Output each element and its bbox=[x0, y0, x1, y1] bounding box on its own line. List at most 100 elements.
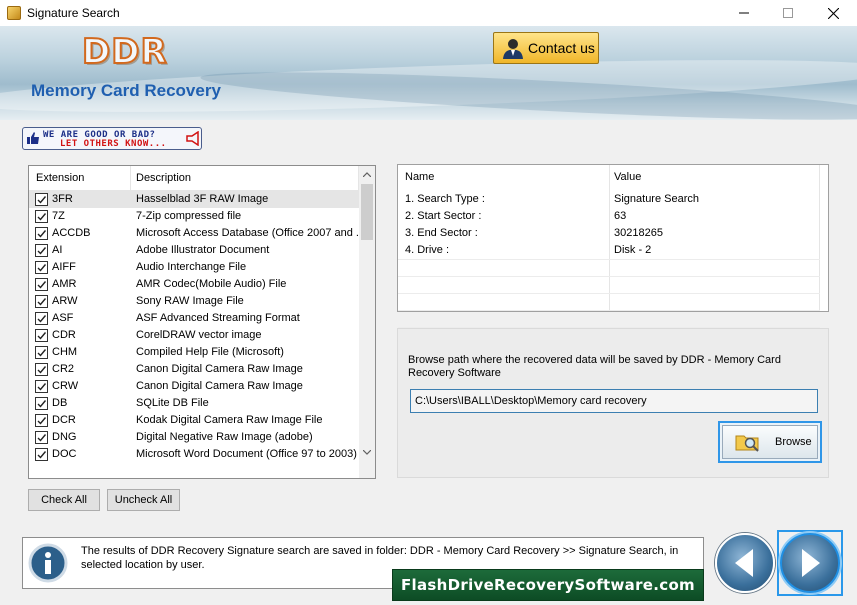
extension-checkbox[interactable] bbox=[35, 210, 48, 223]
details-row: 3. End Sector : 30218265 bbox=[398, 225, 820, 242]
contact-us-button[interactable]: Contact us bbox=[493, 32, 599, 64]
extension-checkbox[interactable] bbox=[35, 193, 48, 206]
details-row: 4. Drive : Disk - 2 bbox=[398, 242, 820, 259]
extension-code: ARW bbox=[52, 295, 78, 307]
extension-description: Kodak Digital Camera Raw Image File bbox=[136, 414, 323, 426]
extension-row[interactable]: CR2 Canon Digital Camera Raw Image bbox=[29, 361, 359, 378]
checkmark-icon bbox=[37, 315, 47, 323]
extension-row[interactable]: CHM Compiled Help File (Microsoft) bbox=[29, 344, 359, 361]
detail-value: Signature Search bbox=[614, 193, 699, 205]
extension-description: Adobe Illustrator Document bbox=[136, 244, 270, 256]
extension-rows: 3FR Hasselblad 3F RAW Image 7Z 7-Zip compre… bbox=[29, 191, 359, 463]
extension-checkbox[interactable] bbox=[35, 227, 48, 240]
detail-name: 2. Start Sector : bbox=[405, 210, 482, 222]
extension-code: AMR bbox=[52, 278, 77, 290]
extension-row[interactable]: CRW Canon Digital Camera Raw Image bbox=[29, 378, 359, 395]
detail-name: 3. End Sector : bbox=[405, 227, 478, 239]
extension-row[interactable]: ACCDB Microsoft Access Database (Office 2… bbox=[29, 225, 359, 242]
save-path-input[interactable] bbox=[410, 389, 818, 413]
extension-code: DCR bbox=[52, 414, 76, 426]
detail-value: 30218265 bbox=[614, 227, 663, 239]
feedback-banner[interactable]: WE ARE GOOD OR BAD? LET OTHERS KNOW... bbox=[22, 127, 202, 150]
extension-description: Canon Digital Camera Raw Image bbox=[136, 380, 303, 392]
close-button[interactable] bbox=[810, 0, 856, 26]
ddr-logo: DDR bbox=[81, 31, 168, 73]
checkmark-icon bbox=[37, 451, 47, 459]
extension-code: CRW bbox=[52, 380, 79, 392]
extension-description: AMR Codec(Mobile Audio) File bbox=[136, 278, 287, 290]
extension-checkbox[interactable] bbox=[35, 448, 48, 461]
check-all-button[interactable]: Check All bbox=[28, 489, 100, 511]
extension-code: DOC bbox=[52, 448, 77, 460]
back-button[interactable] bbox=[715, 533, 775, 593]
browse-button[interactable]: Browse bbox=[718, 421, 822, 463]
feedback-prompt: LET OTHERS KNOW... bbox=[60, 139, 167, 149]
uncheck-all-button[interactable]: Uncheck All bbox=[107, 489, 180, 511]
extension-checkbox[interactable] bbox=[35, 431, 48, 444]
extension-row[interactable]: 3FR Hasselblad 3F RAW Image bbox=[29, 191, 359, 208]
thumbs-up-icon bbox=[27, 132, 39, 144]
extension-row[interactable]: 7Z 7-Zip compressed file bbox=[29, 208, 359, 225]
extension-row[interactable]: CDR CorelDRAW vector image bbox=[29, 327, 359, 344]
extension-row[interactable]: DB SQLite DB File bbox=[29, 395, 359, 412]
checkmark-icon bbox=[37, 366, 47, 374]
extension-description: Compiled Help File (Microsoft) bbox=[136, 346, 284, 358]
extension-row[interactable]: AIFF Audio Interchange File bbox=[29, 259, 359, 276]
column-header-extension[interactable]: Extension bbox=[36, 172, 84, 184]
extension-description: SQLite DB File bbox=[136, 397, 209, 409]
vertical-scrollbar[interactable] bbox=[359, 166, 375, 478]
extension-description: Sony RAW Image File bbox=[136, 295, 244, 307]
megaphone-icon bbox=[186, 131, 199, 146]
title-bar: Signature Search bbox=[0, 0, 857, 27]
extension-code: CDR bbox=[52, 329, 76, 341]
scrollbar-thumb[interactable] bbox=[361, 184, 373, 240]
extension-checkbox[interactable] bbox=[35, 295, 48, 308]
minimize-button[interactable] bbox=[721, 0, 767, 26]
info-icon bbox=[28, 543, 68, 583]
extension-row[interactable]: DCR Kodak Digital Camera Raw Image File bbox=[29, 412, 359, 429]
extension-list[interactable]: Extension Description 3FR Hasselblad 3F R… bbox=[28, 165, 376, 479]
extension-row[interactable]: AI Adobe Illustrator Document bbox=[29, 242, 359, 259]
extension-checkbox[interactable] bbox=[35, 363, 48, 376]
checkmark-icon bbox=[37, 332, 47, 340]
extension-row[interactable]: DOC Microsoft Word Document (Office 97 to… bbox=[29, 446, 359, 463]
extension-description: 7-Zip compressed file bbox=[136, 210, 242, 222]
extension-checkbox[interactable] bbox=[35, 346, 48, 359]
checkmark-icon bbox=[37, 349, 47, 357]
watermark-text: FlashDriveRecoverySoftware.com bbox=[401, 576, 695, 594]
extension-checkbox[interactable] bbox=[35, 329, 48, 342]
extension-row[interactable]: ARW Sony RAW Image File bbox=[29, 293, 359, 310]
checkmark-icon bbox=[37, 434, 47, 442]
scroll-up-button[interactable] bbox=[359, 166, 375, 183]
next-button[interactable] bbox=[780, 533, 840, 593]
extension-description: Digital Negative Raw Image (adobe) bbox=[136, 431, 313, 443]
extension-row[interactable]: ASF ASF Advanced Streaming Format bbox=[29, 310, 359, 327]
scroll-down-button[interactable] bbox=[359, 444, 375, 461]
arrow-right-icon bbox=[802, 549, 820, 577]
extension-code: ASF bbox=[52, 312, 74, 324]
column-header-description[interactable]: Description bbox=[136, 172, 191, 184]
detail-value: Disk - 2 bbox=[614, 244, 652, 256]
extension-description: ASF Advanced Streaming Format bbox=[136, 312, 300, 324]
extension-row[interactable]: DNG Digital Negative Raw Image (adobe) bbox=[29, 429, 359, 446]
extension-checkbox[interactable] bbox=[35, 312, 48, 325]
checkmark-icon bbox=[37, 230, 47, 238]
browse-label: Browse bbox=[775, 436, 812, 448]
checkmark-icon bbox=[37, 247, 47, 255]
details-row: 1. Search Type : Signature Search bbox=[398, 191, 820, 208]
extension-checkbox[interactable] bbox=[35, 397, 48, 410]
detail-value: 63 bbox=[614, 210, 627, 222]
extension-checkbox[interactable] bbox=[35, 244, 48, 257]
extension-code: CR2 bbox=[52, 363, 75, 375]
maximize-button[interactable] bbox=[765, 0, 811, 26]
header-banner: DDR Memory Card Recovery Contact us bbox=[0, 26, 857, 120]
extension-checkbox[interactable] bbox=[35, 278, 48, 291]
extension-checkbox[interactable] bbox=[35, 414, 48, 427]
row-gridline bbox=[398, 276, 820, 277]
extension-checkbox[interactable] bbox=[35, 380, 48, 393]
row-gridline bbox=[398, 259, 820, 260]
detail-name: 4. Drive : bbox=[405, 244, 450, 256]
extension-checkbox[interactable] bbox=[35, 261, 48, 274]
extension-row[interactable]: AMR AMR Codec(Mobile Audio) File bbox=[29, 276, 359, 293]
extension-description: CorelDRAW vector image bbox=[136, 329, 262, 341]
